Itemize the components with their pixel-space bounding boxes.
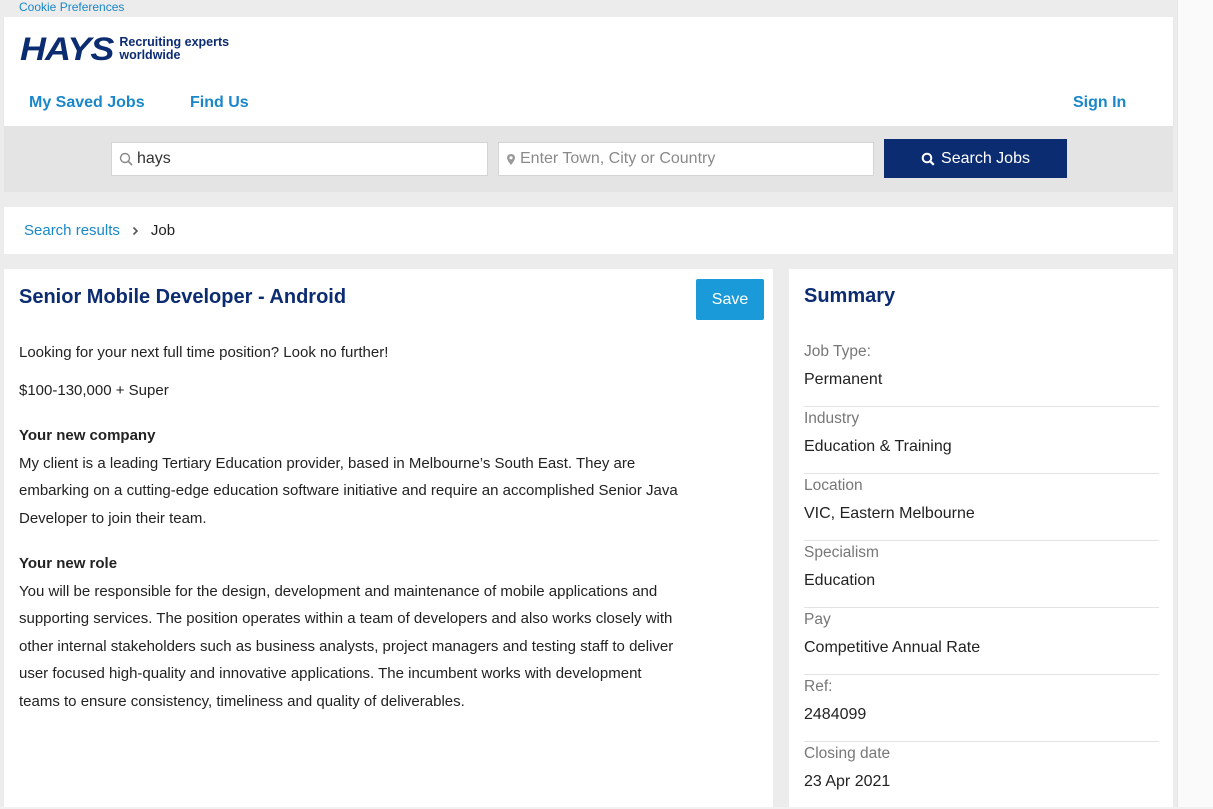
summary-label: Pay [804,611,831,628]
job-description: Looking for your next full time position… [19,339,679,715]
nav-find-us[interactable]: Find Us [190,94,249,112]
summary-item-ref: Ref: 2484099 [804,675,1159,742]
summary-list: Job Type: Permanent Industry Education &… [804,340,1159,809]
location-search-input[interactable]: Enter Town, City or Country [498,142,874,176]
summary-item-location: Location VIC, Eastern Melbourne [804,474,1159,541]
job-salary: $100-130,000 + Super [19,381,169,399]
breadcrumb-search-results[interactable]: Search results [24,222,120,239]
search-bar: hays Enter Town, City or Country Search … [4,126,1173,192]
section-text: You will be responsible for the design, … [19,582,674,710]
job-detail-panel: Senior Mobile Developer - Android Save L… [4,269,773,807]
job-summary-panel: Summary Job Type: Permanent Industry Edu… [789,269,1173,807]
search-icon [119,152,133,166]
search-jobs-label: Search Jobs [941,149,1030,167]
cookie-preferences-link[interactable]: Cookie Preferences [19,0,124,14]
site-header: HAYS Recruiting experts worldwide My Sav… [4,17,1173,126]
summary-value: Permanent [804,371,883,388]
summary-item-closing-date: Closing date 23 Apr 2021 [804,742,1159,809]
page: Cookie Preferences HAYS Recruiting exper… [0,0,1177,807]
summary-value: VIC, Eastern Melbourne [804,505,975,522]
search-icon [921,152,935,166]
location-pin-icon [506,153,516,166]
section-new-company: Your new company My client is a leading … [19,422,679,532]
logo-wordmark: HAYS [20,30,114,67]
summary-label: Location [804,477,863,494]
summary-label: Closing date [804,745,891,762]
keyword-value: hays [137,150,171,167]
section-text: My client is a leading Tertiary Educatio… [19,454,678,527]
breadcrumb-current: Job [150,222,176,239]
location-placeholder: Enter Town, City or Country [520,150,716,167]
nav-my-saved-jobs[interactable]: My Saved Jobs [29,94,145,112]
logo-tagline: Recruiting experts worldwide [119,36,229,62]
summary-heading: Summary [804,285,896,307]
job-title: Senior Mobile Developer - Android [19,286,347,308]
summary-value: Competitive Annual Rate [804,639,981,656]
summary-label: Specialism [804,544,879,561]
nav-sign-in[interactable]: Sign In [1073,94,1126,112]
keyword-search-input[interactable]: hays [111,142,488,176]
summary-item-job-type: Job Type: Permanent [804,340,1159,407]
save-job-button[interactable]: Save [696,279,764,320]
hays-logo[interactable]: HAYS Recruiting experts worldwide [20,31,229,67]
summary-value: 2484099 [804,706,867,723]
section-heading: Your new role [19,555,118,572]
chevron-right-icon [132,226,139,236]
breadcrumb: Search results Job [4,207,1173,254]
summary-value: Education & Training [804,438,952,455]
search-jobs-button[interactable]: Search Jobs [884,139,1067,178]
scrollbar[interactable] [1177,0,1213,807]
summary-item-pay: Pay Competitive Annual Rate [804,608,1159,675]
summary-label: Industry [804,410,860,427]
summary-value: Education [804,572,876,589]
summary-value: 23 Apr 2021 [804,773,891,790]
section-heading: Your new company [19,427,156,444]
section-new-role: Your new role You will be responsible fo… [19,550,679,715]
summary-label: Job Type: [804,343,871,360]
job-intro: Looking for your next full time position… [19,344,389,361]
summary-item-specialism: Specialism Education [804,541,1159,608]
summary-label: Ref: [804,678,833,695]
summary-item-industry: Industry Education & Training [804,407,1159,474]
logo-tagline-line-2: worldwide [119,48,181,62]
